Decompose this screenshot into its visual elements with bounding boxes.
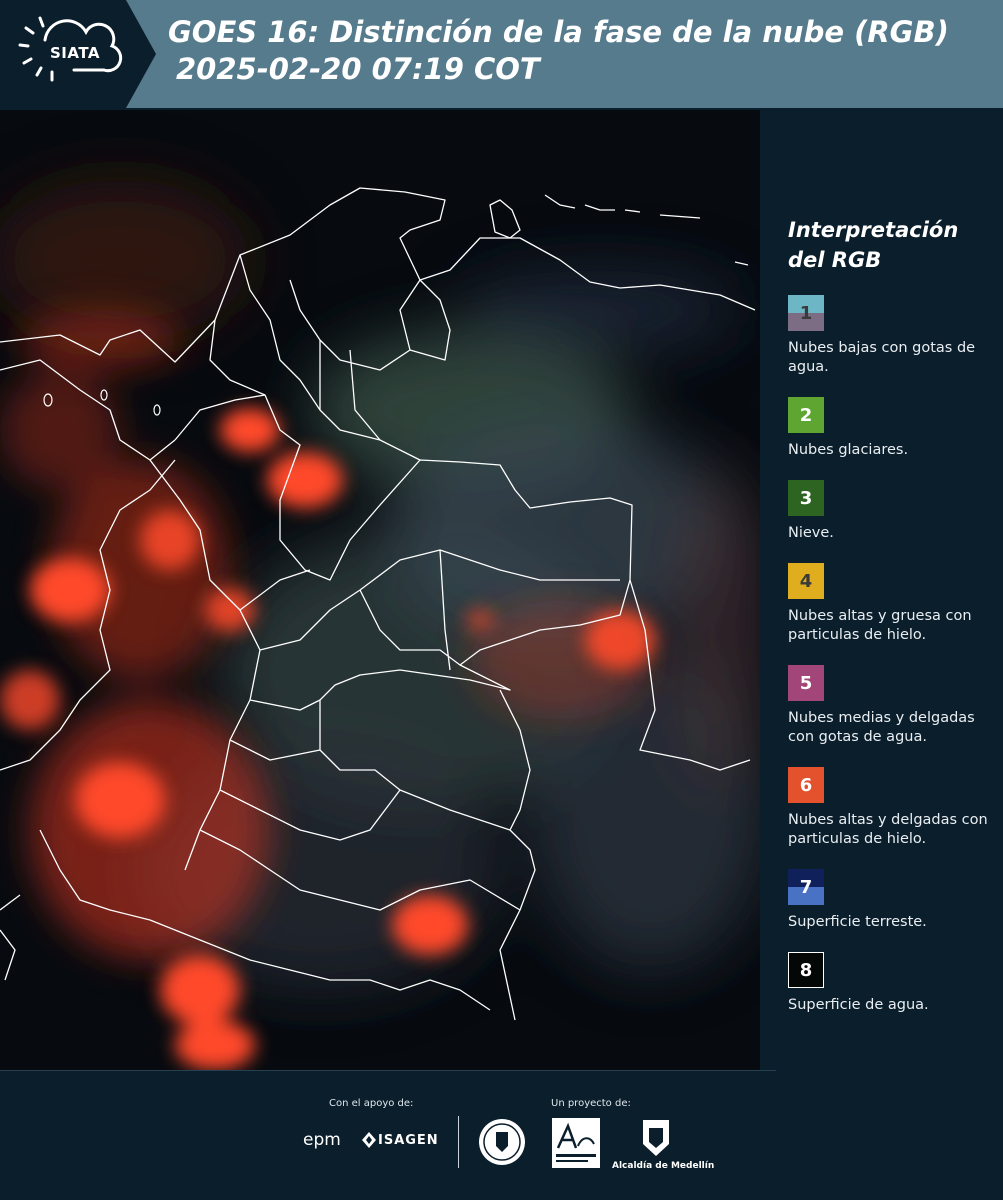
legend-number: 7 bbox=[799, 876, 813, 898]
legend-swatch: 8 bbox=[788, 952, 824, 988]
legend-swatch: 1 bbox=[788, 295, 824, 331]
area-metropolitana-logo bbox=[552, 1118, 600, 1172]
satellite-map bbox=[0, 110, 760, 1070]
legend-number: 1 bbox=[799, 302, 813, 324]
support-caption: Con el apoyo de: bbox=[329, 1098, 414, 1109]
footer-divider bbox=[0, 1070, 776, 1071]
alcaldia-label: Alcaldía de Medellín bbox=[612, 1161, 715, 1171]
isagen-logo: ISAGEN bbox=[378, 1133, 439, 1148]
legend-item: 1 Nubes bajas con gotas de agua. bbox=[788, 295, 993, 377]
legend-item: 3 Nieve. bbox=[788, 480, 993, 543]
legend-swatch: 6 bbox=[788, 767, 824, 803]
isagen-icon bbox=[362, 1132, 376, 1152]
title-line-1: GOES 16: Distinción de la fase de la nub… bbox=[168, 15, 949, 49]
page-title: GOES 16: Distinción de la fase de la nub… bbox=[168, 14, 949, 88]
legend-number: 4 bbox=[799, 570, 813, 592]
legend-swatch: 7 bbox=[788, 869, 824, 905]
legend-item: 6 Nubes altas y delgadas con particulas d… bbox=[788, 767, 993, 849]
legend-number: 2 bbox=[799, 404, 813, 426]
legend-number: 6 bbox=[799, 774, 813, 796]
legend-swatch: 3 bbox=[788, 480, 824, 516]
header-bar: SIATA GOES 16: Distinción de la fase de … bbox=[0, 0, 1003, 108]
legend-item: 7 Superficie terreste. bbox=[788, 869, 993, 932]
legend-label: Nieve. bbox=[788, 525, 834, 541]
siata-logo: SIATA bbox=[0, 0, 158, 108]
legend-swatch: 5 bbox=[788, 665, 824, 701]
project-caption: Un proyecto de: bbox=[551, 1098, 631, 1109]
legend-item: 8 Superficie de agua. bbox=[788, 952, 993, 1015]
alcaldia-emblem-icon bbox=[641, 1118, 671, 1162]
logo-text: SIATA bbox=[50, 44, 101, 62]
rgb-legend: Interpretación del RGB 1 Nubes bajas con … bbox=[788, 215, 993, 1035]
legend-number: 5 bbox=[799, 672, 813, 694]
title-line-2: 2025-02-20 07:19 COT bbox=[176, 52, 540, 86]
legend-swatch: 2 bbox=[788, 397, 824, 433]
emblem-icon bbox=[478, 1118, 526, 1170]
legend-label: Nubes altas y gruesa con particulas de h… bbox=[788, 608, 972, 643]
legend-number: 3 bbox=[799, 487, 813, 509]
legend-swatch: 4 bbox=[788, 563, 824, 599]
legend-number: 8 bbox=[799, 959, 813, 981]
legend-item: 2 Nubes glaciares. bbox=[788, 397, 993, 460]
legend-label: Nubes bajas con gotas de agua. bbox=[788, 340, 976, 375]
footer: Con el apoyo de: Un proyecto de: epm ISA… bbox=[0, 1070, 1003, 1200]
legend-title-line-1: Interpretación bbox=[788, 218, 959, 242]
legend-item: 4 Nubes altas y gruesa con particulas de … bbox=[788, 563, 993, 645]
legend-label: Superficie de agua. bbox=[788, 997, 929, 1013]
legend-title-line-2: del RGB bbox=[788, 248, 882, 272]
legend-title: Interpretación del RGB bbox=[788, 215, 993, 275]
legend-label: Nubes altas y delgadas con particulas de… bbox=[788, 812, 988, 847]
legend-label: Superficie terreste. bbox=[788, 914, 927, 930]
legend-label: Nubes glaciares. bbox=[788, 442, 909, 458]
legend-item: 5 Nubes medias y delgadas con gotas de ag… bbox=[788, 665, 993, 747]
legend-label: Nubes medias y delgadas con gotas de agu… bbox=[788, 710, 975, 745]
footer-separator bbox=[458, 1116, 459, 1168]
epm-logo: epm bbox=[303, 1130, 341, 1150]
